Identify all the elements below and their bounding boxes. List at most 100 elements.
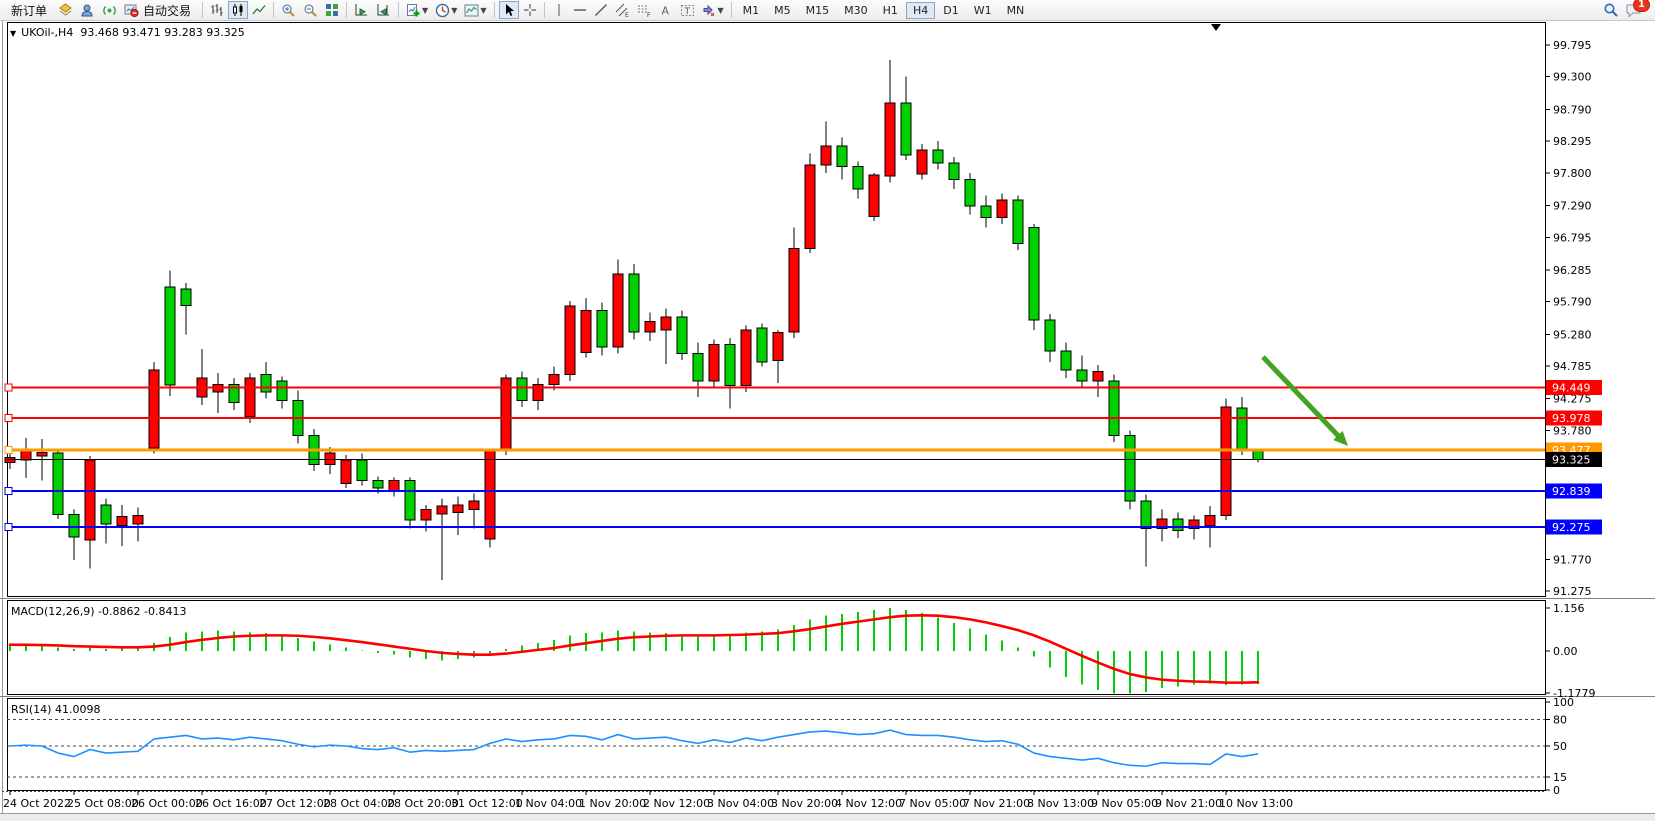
candle-body: [853, 166, 863, 188]
toolbar-separator: [346, 2, 347, 18]
candle-body: [949, 163, 959, 179]
candle-body: [1141, 501, 1151, 529]
candle-body: [501, 378, 511, 451]
candle-body: [101, 505, 111, 524]
svg-text:F: F: [647, 12, 651, 18]
price-tick-label: 97.800: [1553, 167, 1592, 180]
window-bottom-strip: [0, 813, 1655, 821]
crosshair-button[interactable]: [520, 1, 540, 19]
candle-body: [389, 480, 399, 491]
candle-body: [181, 289, 191, 306]
profile-button[interactable]: [77, 1, 98, 19]
candle-body: [869, 175, 879, 217]
chart-shift-icon: [376, 3, 391, 18]
zoom-out-button[interactable]: [300, 1, 321, 19]
chevron-down-icon: ▼: [480, 6, 486, 15]
timeframe-d1[interactable]: D1: [936, 2, 965, 19]
periods-button[interactable]: ▼: [432, 1, 460, 19]
zoom-in-button[interactable]: [278, 1, 299, 19]
candle-body: [1013, 200, 1023, 244]
cursor-button[interactable]: [499, 1, 519, 19]
equidistant-channel-icon: E: [615, 3, 630, 18]
price-tick-label: 96.795: [1553, 231, 1592, 244]
timeframe-m1[interactable]: M1: [736, 2, 767, 19]
new-order-label: 新订单: [7, 2, 51, 19]
price-line-badge-label: 93.325: [1552, 454, 1591, 467]
auto-scroll-button[interactable]: [351, 1, 372, 19]
price-tick-label: 91.275: [1553, 585, 1592, 598]
indicators-button[interactable]: ▼: [403, 1, 431, 19]
line-anchor-handle[interactable]: [5, 384, 12, 391]
time-tick-label: 26 Oct 00:00: [131, 797, 203, 810]
history-stack-button[interactable]: [55, 1, 76, 19]
candle-body: [885, 103, 895, 176]
chart-window: 99.79599.30098.79098.29597.80097.29096.7…: [0, 21, 1655, 821]
tile-windows-button[interactable]: [322, 1, 342, 19]
horizontal-line-button[interactable]: [570, 1, 590, 19]
toolbar-separator: [544, 2, 545, 18]
equidistant-channel-button[interactable]: E: [612, 1, 633, 19]
candlestick-chart-button[interactable]: [228, 1, 248, 19]
chart-menu-icon[interactable]: ▼: [10, 29, 16, 38]
profile-icon: [80, 3, 95, 18]
candle-body: [613, 274, 623, 347]
line-anchor-handle[interactable]: [5, 414, 12, 421]
chat-button[interactable]: 1: [1622, 1, 1645, 19]
search-button[interactable]: [1600, 1, 1622, 19]
time-tick-label: 1 Nov 04:00: [515, 797, 582, 810]
timeframe-m15[interactable]: M15: [799, 2, 837, 19]
toolbar-right-group: 1: [1600, 1, 1645, 19]
candle-body: [1029, 227, 1039, 320]
text-label-button[interactable]: T: [677, 1, 698, 19]
text-button[interactable]: A: [656, 1, 676, 19]
bar-chart-button[interactable]: [207, 1, 227, 19]
candle-body: [709, 345, 719, 382]
line-anchor-handle[interactable]: [5, 487, 12, 494]
price-tick-label: 91.770: [1553, 553, 1592, 566]
line-anchor-handle[interactable]: [5, 523, 12, 530]
svg-text:E: E: [625, 12, 629, 18]
time-tick-label: 3 Nov 04:00: [707, 797, 774, 810]
candle-body: [757, 328, 767, 362]
chart-shift-button[interactable]: [373, 1, 394, 19]
candle-body: [405, 480, 415, 520]
notification-badge: 1: [1633, 0, 1650, 12]
candle-body: [1093, 372, 1103, 382]
candle-body: [1221, 407, 1231, 516]
vertical-line-button[interactable]: [549, 1, 569, 19]
candle-body: [629, 274, 639, 332]
timeframe-m5[interactable]: M5: [767, 2, 798, 19]
candle-body: [933, 150, 943, 163]
line-chart-button[interactable]: [249, 1, 269, 19]
candle-body: [341, 460, 351, 484]
history-stack-icon: [58, 3, 73, 18]
timeframe-mn[interactable]: MN: [1000, 2, 1032, 19]
auto-trading-button[interactable]: 自动交易: [121, 1, 198, 19]
rsi-axis-label: 0: [1553, 784, 1560, 797]
price-tick-label: 93.780: [1553, 424, 1592, 437]
timeframe-h1[interactable]: H1: [876, 2, 905, 19]
macd-signal-value: -0.8413: [144, 605, 186, 618]
arrows-button[interactable]: ▼: [699, 1, 727, 19]
candle-body: [965, 179, 975, 206]
horizontal-line-icon: [573, 3, 587, 17]
timeframe-m30[interactable]: M30: [837, 2, 875, 19]
candle-body: [1253, 450, 1263, 459]
signals-button[interactable]: [99, 1, 120, 19]
fibonacci-button[interactable]: F: [634, 1, 655, 19]
svg-text:A: A: [662, 5, 670, 18]
candle-body: [725, 345, 735, 386]
line-anchor-handle[interactable]: [5, 446, 12, 453]
candle-body: [901, 103, 911, 155]
candle-body: [421, 509, 431, 520]
new-order-button[interactable]: 新订单: [4, 1, 54, 19]
price-tick-label: 99.795: [1553, 39, 1592, 52]
candle-body: [245, 378, 255, 416]
trendline-button[interactable]: [591, 1, 611, 19]
timeframe-h4[interactable]: H4: [906, 2, 935, 19]
candle-body: [661, 317, 671, 330]
templates-button[interactable]: ▼: [461, 1, 489, 19]
timeframe-w1[interactable]: W1: [967, 2, 999, 19]
main-toolbar: 新订单 自动交易 ▼ ▼ ▼ E F A T ▼ M: [0, 0, 1655, 21]
chart-canvas[interactable]: 99.79599.30098.79098.29597.80097.29096.7…: [0, 21, 1655, 821]
